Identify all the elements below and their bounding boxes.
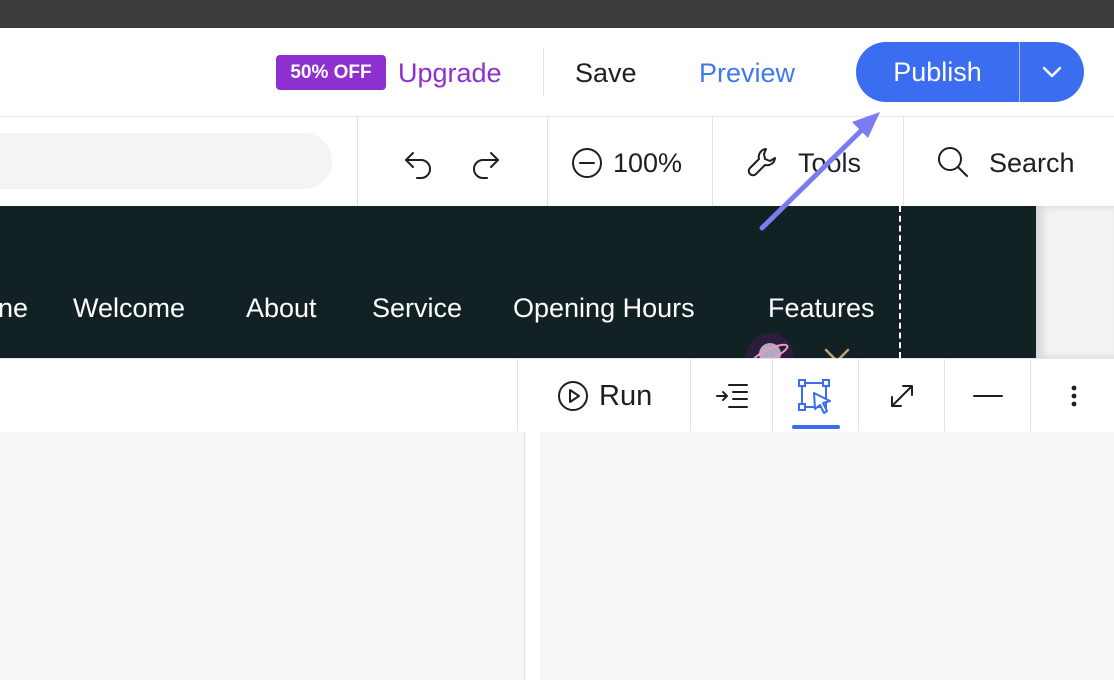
site-nav-item[interactable]: ne bbox=[0, 290, 28, 326]
pane-resize-handle[interactable] bbox=[524, 432, 541, 680]
toolbar-divider bbox=[357, 117, 358, 206]
discount-badge[interactable]: 50% OFF bbox=[276, 55, 386, 90]
indent-icon bbox=[716, 384, 748, 408]
site-nav-item-about[interactable]: About bbox=[246, 290, 317, 326]
redo-button[interactable] bbox=[464, 140, 506, 186]
undo-icon bbox=[405, 152, 431, 179]
site-decoration-x bbox=[822, 346, 852, 358]
site-decoration-planet bbox=[743, 330, 797, 358]
canvas-margin bbox=[1036, 206, 1114, 358]
run-button[interactable]: Run bbox=[599, 379, 652, 413]
save-button[interactable]: Save bbox=[575, 56, 637, 90]
toolbar-divider bbox=[903, 117, 904, 206]
zoom-out-icon bbox=[572, 148, 602, 178]
panel-divider bbox=[944, 359, 945, 431]
panel-divider bbox=[1030, 359, 1031, 431]
panel-divider bbox=[517, 359, 518, 431]
search-icon bbox=[938, 147, 968, 177]
header-divider bbox=[543, 48, 544, 96]
minimize-button[interactable] bbox=[970, 380, 1006, 412]
publish-options-button[interactable] bbox=[1020, 42, 1084, 102]
output-pane[interactable] bbox=[540, 432, 1114, 680]
expand-icon bbox=[891, 385, 913, 407]
active-tool-underline bbox=[792, 425, 840, 429]
minimize-icon bbox=[973, 395, 1003, 397]
redo-icon bbox=[473, 152, 499, 179]
select-tool-button[interactable] bbox=[796, 378, 836, 416]
site-nav-item-welcome[interactable]: Welcome bbox=[73, 290, 185, 326]
more-vertical-icon bbox=[1071, 385, 1077, 407]
play-icon bbox=[558, 381, 588, 411]
annotation-arrow bbox=[759, 112, 880, 231]
search-button[interactable]: Search bbox=[989, 146, 1075, 180]
run-icon-wrap[interactable] bbox=[556, 378, 590, 414]
code-editor-pane[interactable] bbox=[0, 432, 524, 680]
publish-button[interactable]: Publish bbox=[856, 42, 1019, 102]
toolbar-divider bbox=[547, 117, 548, 206]
zoom-out-button[interactable] bbox=[568, 144, 606, 182]
panel-divider bbox=[772, 359, 773, 431]
site-nav-item-service[interactable]: Service bbox=[372, 290, 462, 326]
panel-divider bbox=[690, 359, 691, 431]
select-tool-icon bbox=[798, 379, 831, 414]
site-page-selector[interactable] bbox=[0, 133, 332, 189]
publish-button-group: Publish bbox=[856, 42, 1084, 102]
upgrade-link[interactable]: Upgrade bbox=[398, 56, 502, 90]
indent-button[interactable] bbox=[712, 378, 752, 414]
undo-button[interactable] bbox=[398, 140, 440, 186]
window-top-strip bbox=[0, 0, 1114, 28]
more-options-button[interactable] bbox=[1060, 380, 1088, 412]
preview-button[interactable]: Preview bbox=[699, 56, 795, 90]
expand-button[interactable] bbox=[884, 378, 920, 414]
search-button-icon[interactable] bbox=[934, 143, 972, 181]
chevron-down-icon bbox=[1042, 66, 1062, 78]
site-nav-item-opening-hours[interactable]: Opening Hours bbox=[513, 290, 695, 326]
toolbar-divider bbox=[712, 117, 713, 206]
panel-divider bbox=[858, 359, 859, 431]
zoom-level[interactable]: 100% bbox=[613, 146, 682, 180]
site-nav-item-features[interactable]: Features bbox=[768, 290, 875, 326]
